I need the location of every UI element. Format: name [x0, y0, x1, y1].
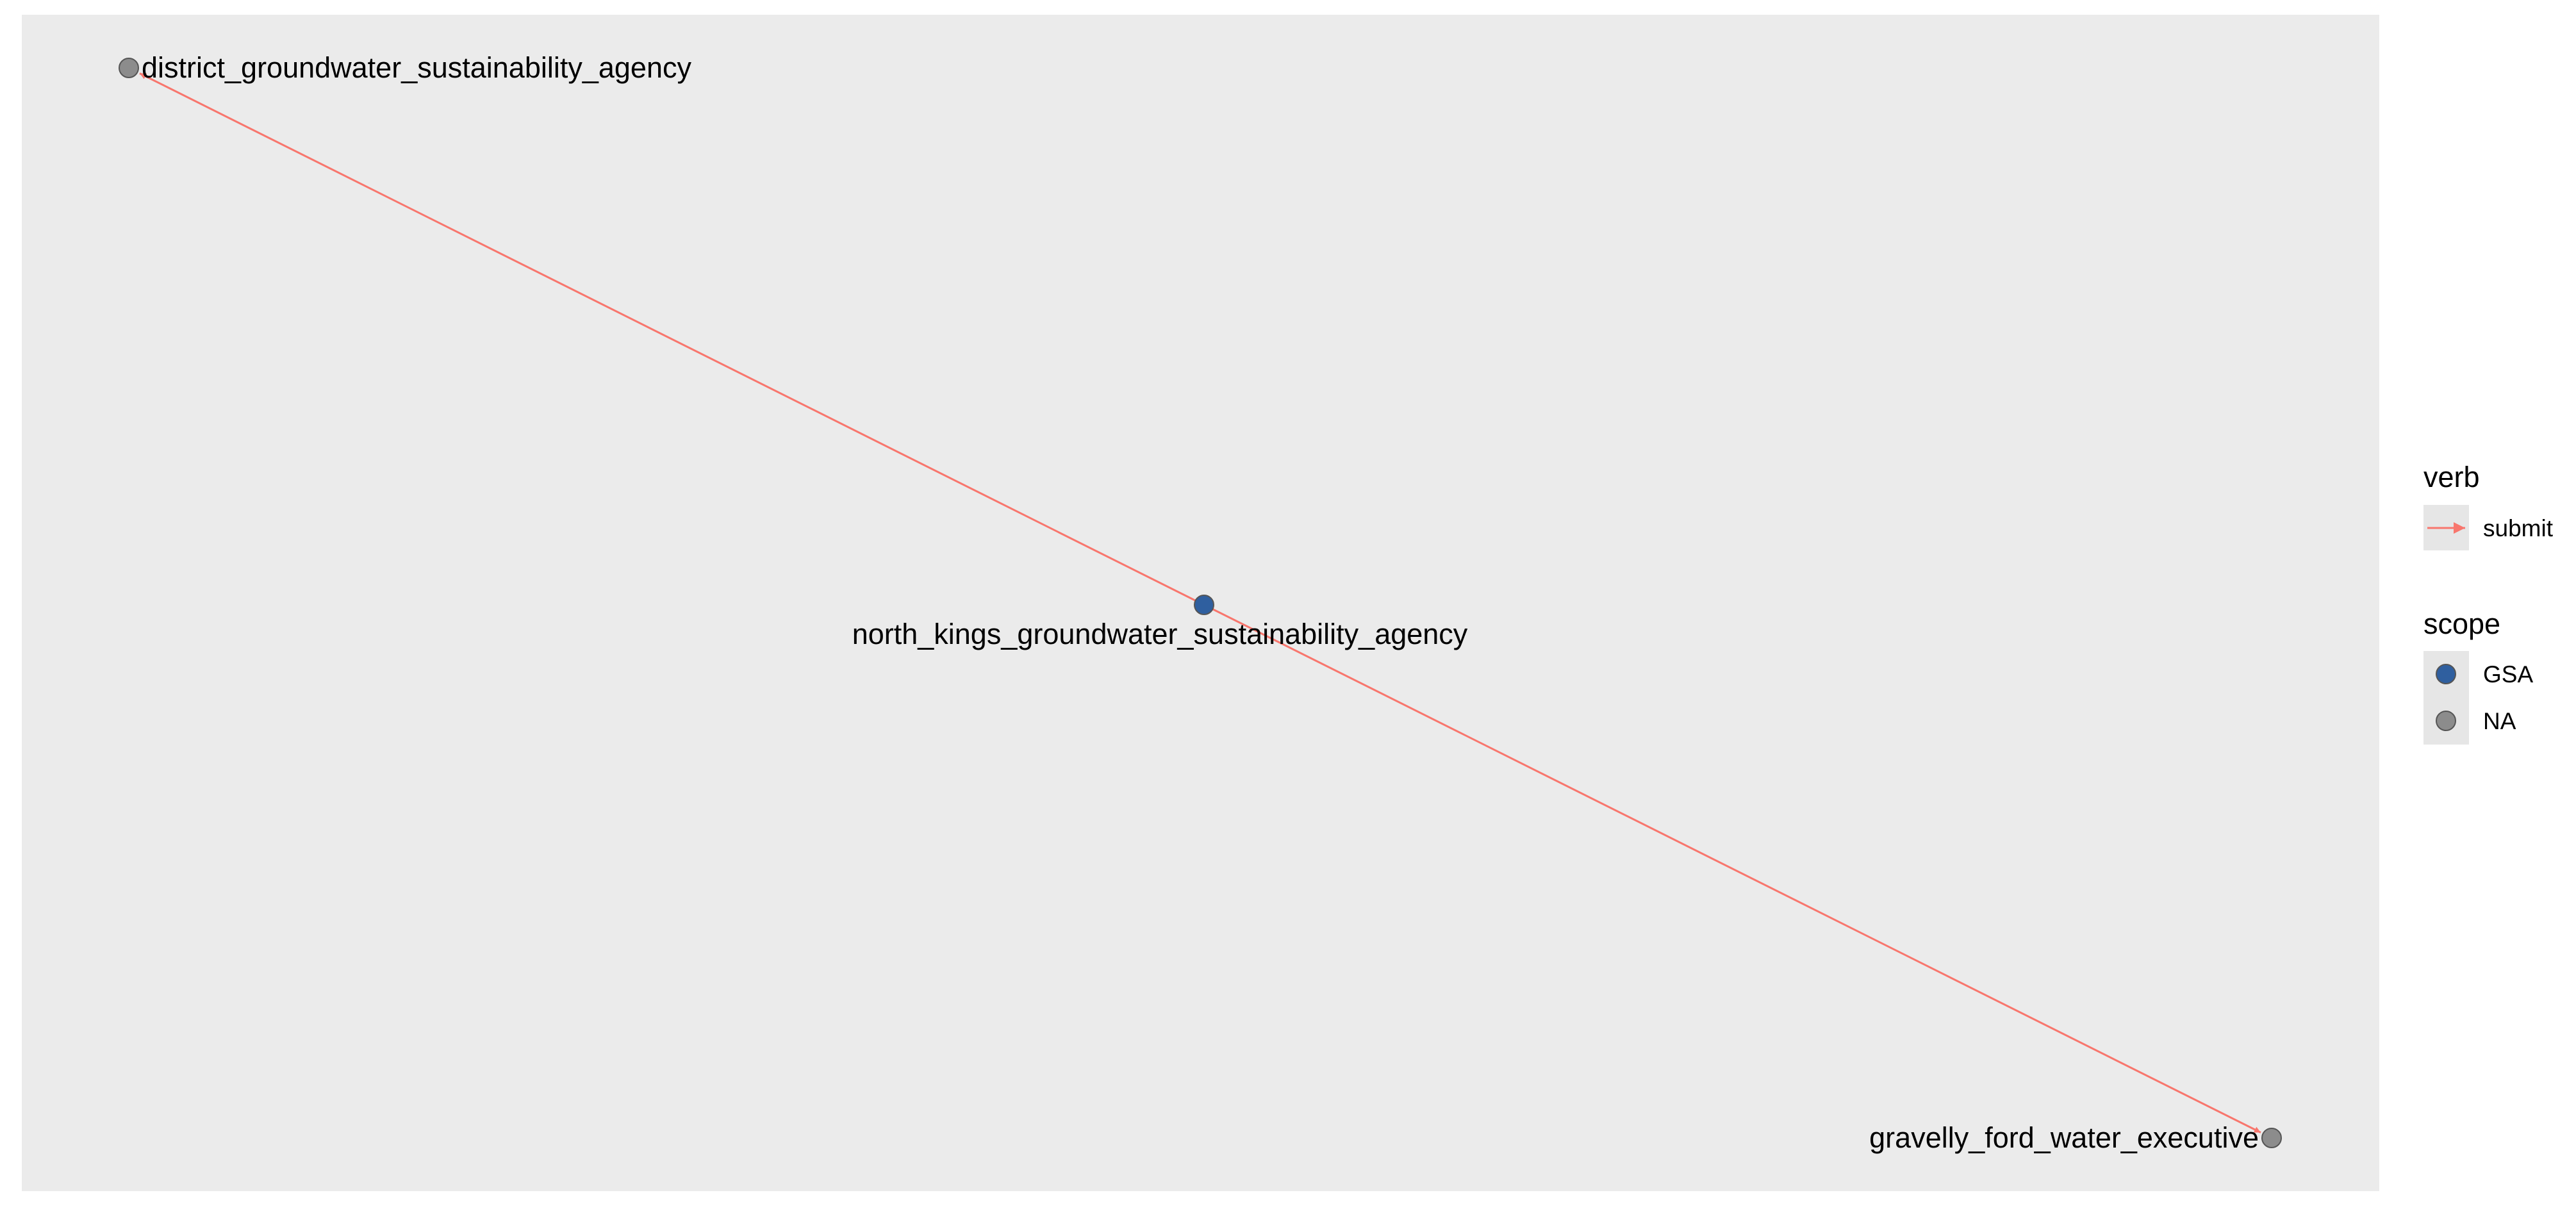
legend-verb-label: submit: [2483, 515, 2554, 541]
node-label-district: district_groundwater_sustainability_agen…: [142, 51, 691, 84]
node-label-gravelly: gravelly_ford_water_executive: [1869, 1121, 2259, 1154]
legend-scope-na-label: NA: [2483, 708, 2516, 734]
node-label-north_kings: north_kings_groundwater_sustainability_a…: [852, 618, 1468, 650]
legend-scope: scope GSA NA: [2423, 607, 2533, 745]
legend-scope-title: scope: [2423, 607, 2500, 640]
node-gravelly: [2261, 1128, 2282, 1148]
legend-verb: verb submit: [2423, 461, 2554, 550]
network-diagram: district_groundwater_sustainability_agen…: [22, 15, 2554, 1191]
legend-scope-gsa-dot: [2436, 664, 2456, 684]
legend-verb-title: verb: [2423, 461, 2480, 493]
node-north_kings: [1194, 595, 1214, 615]
legend-scope-na-dot: [2436, 711, 2456, 731]
node-district: [119, 58, 139, 78]
legend-scope-gsa-label: GSA: [2483, 661, 2533, 688]
